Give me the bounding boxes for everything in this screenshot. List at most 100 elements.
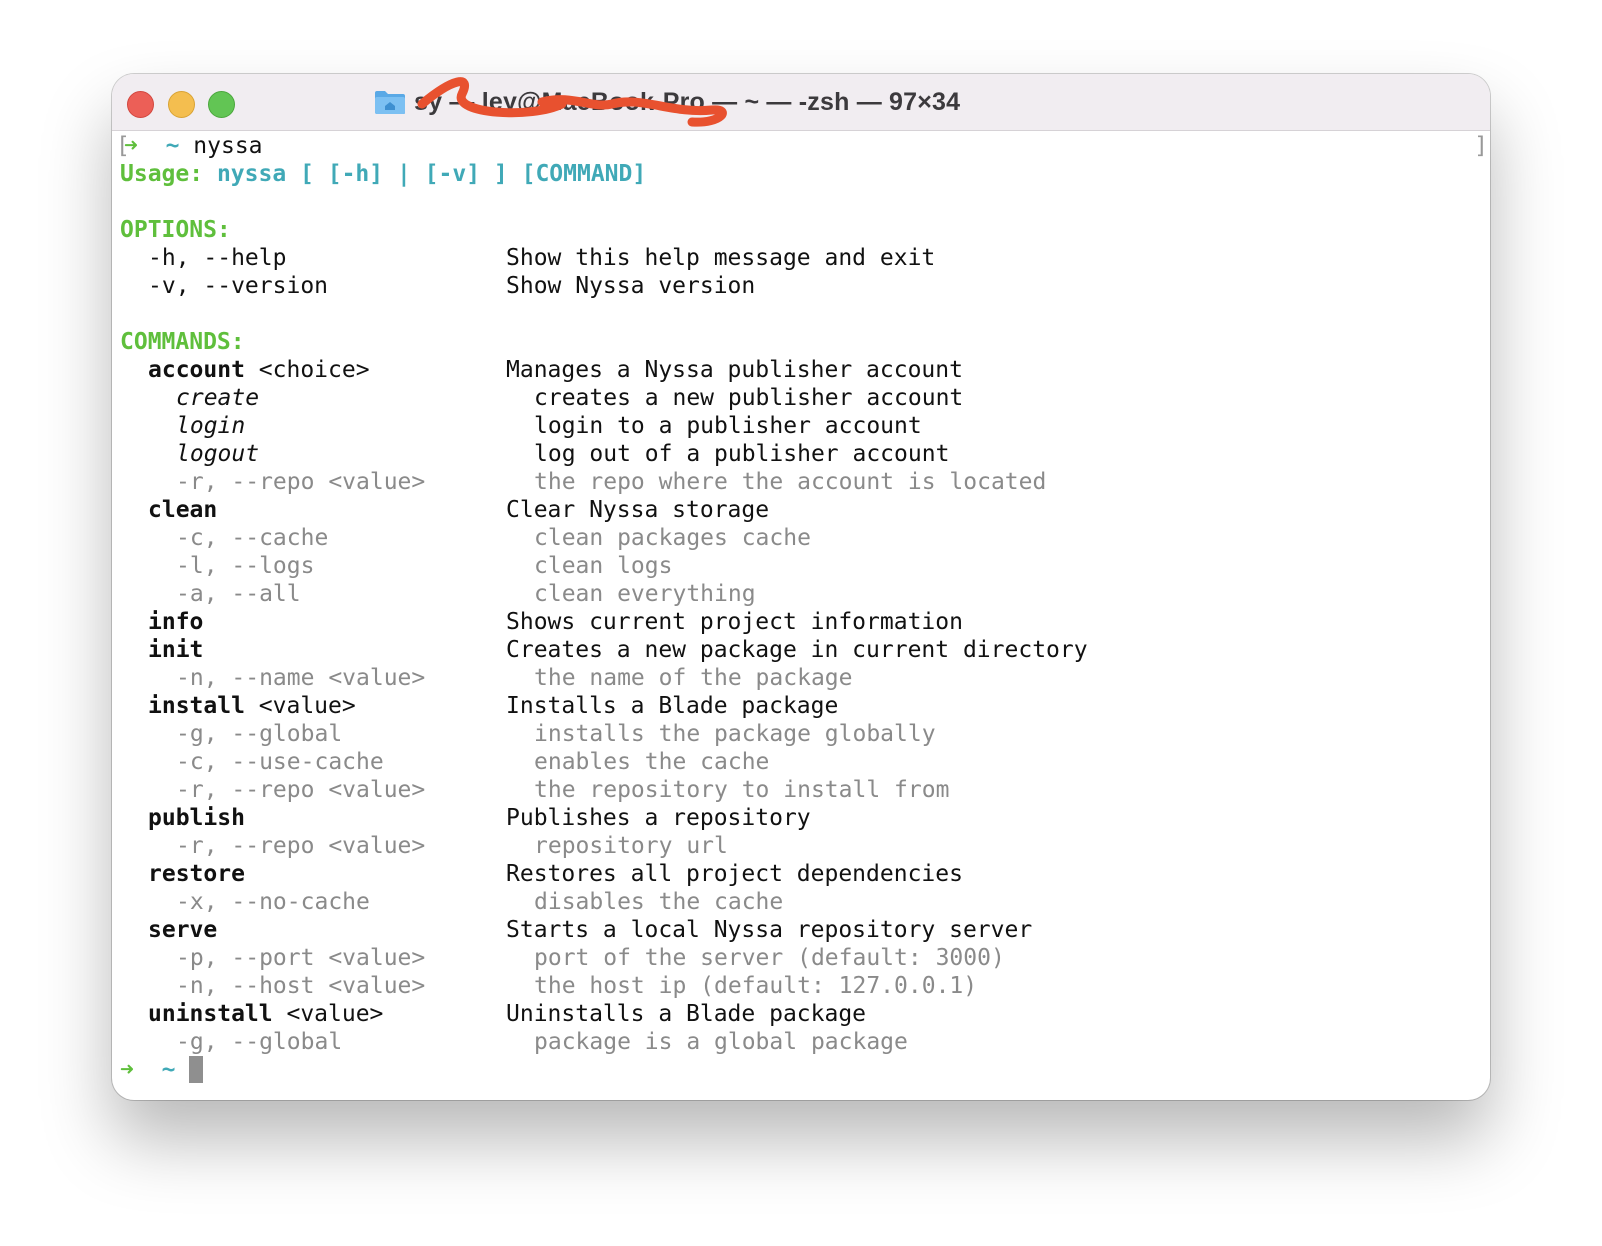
command-signature: restore — [120, 860, 245, 888]
terminal-output[interactable]: [➜ ~ nyssa] Usage: nyssa [ [-h] | [-v] ] … — [116, 132, 1490, 1100]
choice-name: login — [176, 413, 246, 439]
command-name: account — [148, 357, 245, 383]
flag-name: -c, --use-cache — [176, 749, 384, 775]
command-description: Shows current project information — [506, 609, 963, 635]
choice-description: log out of a publisher account — [506, 440, 949, 468]
command-description: Installs a Blade package — [506, 693, 839, 719]
choice-name: logout — [176, 441, 260, 467]
usage-line: Usage: nyssa [ [-h] | [-v] ] [COMMAND] — [120, 160, 1490, 188]
options-header: OPTIONS: — [120, 217, 231, 243]
flag-description-text: package is a global package — [534, 1029, 908, 1055]
prompt-directory: ~ — [161, 1057, 176, 1083]
option-description: Show this help message and exit — [506, 245, 936, 271]
option-line: -v, --version Show Nyssa version — [120, 272, 1490, 300]
command-description: Clear Nyssa storage — [506, 497, 770, 523]
option-description: Show Nyssa version — [506, 273, 756, 299]
choice-description-text: login to a publisher account — [534, 413, 922, 439]
command-signature: publish — [120, 804, 245, 832]
choice-description-text: creates a new publisher account — [534, 385, 964, 411]
flag-name: -r, --repo <value> — [176, 777, 426, 803]
command-name: init — [148, 637, 204, 663]
command-description: Publishes a repository — [506, 805, 811, 831]
flag-description-text: repository url — [534, 833, 728, 859]
command-description: Creates a new package in current directo… — [506, 637, 1088, 663]
prompt-directory: ~ — [165, 133, 180, 159]
flag-line: -n, --name <value> the name of the packag… — [120, 664, 1490, 692]
command-description: Restores all project dependencies — [506, 861, 963, 887]
flag-name: -g, --global — [176, 1029, 343, 1055]
option-flag: -h, --help — [148, 245, 287, 271]
command-line: init Creates a new package in current dir… — [120, 636, 1490, 664]
command-line: install <value> Installs a Blade package — [120, 692, 1490, 720]
command-signature: uninstall <value> — [120, 1000, 383, 1028]
flag-name: -x, --no-cache — [176, 889, 370, 915]
choice-name: create — [176, 385, 260, 411]
command-signature: info — [120, 608, 203, 636]
flag-name: -r, --repo <value> — [176, 469, 426, 495]
flag-name: -n, --name <value> — [176, 665, 426, 691]
flag-name: -g, --global — [176, 721, 343, 747]
flag-description: package is a global package — [506, 1028, 908, 1056]
flag-line: -l, --logs clean logs — [120, 552, 1490, 580]
command-name: install — [148, 693, 245, 719]
flag-description: clean packages cache — [506, 524, 811, 552]
command-name: clean — [148, 497, 218, 523]
flag-line: -r, --repo <value> the repository to inst… — [120, 776, 1490, 804]
close-button[interactable] — [127, 91, 154, 118]
choice-line: logout log out of a publisher account — [120, 440, 1490, 468]
command-signature: install <value> — [120, 692, 356, 720]
command-line: account <choice> Manages a Nyssa publishe… — [120, 356, 1490, 384]
flag-description-text: the host ip (default: 127.0.0.1) — [534, 973, 978, 999]
usage-text: nyssa [ [-h] | [-v] ] [COMMAND] — [216, 161, 647, 187]
command-argument: <value> — [272, 1001, 384, 1027]
flag-description-text: clean packages cache — [534, 525, 811, 551]
window-title-area: sy — ley@MacBook-Pro — ~ — -zsh — 97×34 — [374, 74, 960, 130]
choice-description: login to a publisher account — [506, 412, 922, 440]
command-description: Starts a local Nyssa repository server — [506, 917, 1033, 943]
flag-description: installs the package globally — [506, 720, 936, 748]
minimize-button[interactable] — [168, 91, 195, 118]
flag-line: -x, --no-cache disables the cache — [120, 888, 1490, 916]
command-line: uninstall <value> Uninstalls a Blade pack… — [120, 1000, 1490, 1028]
flag-description: the name of the package — [506, 664, 853, 692]
flag-description: repository url — [506, 832, 728, 860]
flag-description-text: port of the server (default: 3000) — [534, 945, 1005, 971]
flag-description: the host ip (default: 127.0.0.1) — [506, 972, 977, 1000]
command-signature: clean — [120, 496, 217, 524]
commands-header: COMMANDS: — [120, 329, 245, 355]
flag-description-text: the name of the package — [534, 665, 853, 691]
command-argument: <choice> — [244, 357, 370, 383]
command-description: Manages a Nyssa publisher account — [506, 357, 963, 383]
flag-description-text: enables the cache — [534, 749, 770, 775]
flag-description: clean logs — [506, 552, 672, 580]
choice-description-text: log out of a publisher account — [534, 441, 950, 467]
title-bar[interactable]: sy — ley@MacBook-Pro — ~ — -zsh — 97×34 — [112, 74, 1490, 131]
command-line: serve Starts a local Nyssa repository ser… — [120, 916, 1490, 944]
flag-description-text: clean logs — [534, 553, 673, 579]
line-bracket-right: ] — [1474, 133, 1488, 159]
zoom-button[interactable] — [208, 91, 235, 118]
line-bracket: [ — [116, 133, 130, 159]
command-name: info — [148, 609, 204, 635]
flag-line: -a, --all clean everything — [120, 580, 1490, 608]
prompt-line: [➜ ~ nyssa] — [116, 132, 1490, 160]
options-header-line: OPTIONS: — [120, 216, 1490, 244]
command-line: clean Clear Nyssa storage — [120, 496, 1490, 524]
choice-line: login login to a publisher account — [120, 412, 1490, 440]
flag-line: -r, --repo <value> the repo where the acc… — [120, 468, 1490, 496]
flag-description-text: disables the cache — [534, 889, 784, 915]
flag-line: -c, --cache clean packages cache — [120, 524, 1490, 552]
flag-description: disables the cache — [506, 888, 783, 916]
text-cursor[interactable] — [189, 1056, 204, 1083]
flag-line: -g, --global installs the package globall… — [120, 720, 1490, 748]
command-name: restore — [148, 861, 245, 887]
command-signature: serve — [120, 916, 217, 944]
flag-description-text: clean everything — [534, 581, 756, 607]
flag-description: enables the cache — [506, 748, 769, 776]
flag-description: port of the server (default: 3000) — [506, 944, 1005, 972]
flag-description: the repository to install from — [506, 776, 949, 804]
command-line: publish Publishes a repository — [120, 804, 1490, 832]
flag-name: -l, --logs — [176, 553, 315, 579]
